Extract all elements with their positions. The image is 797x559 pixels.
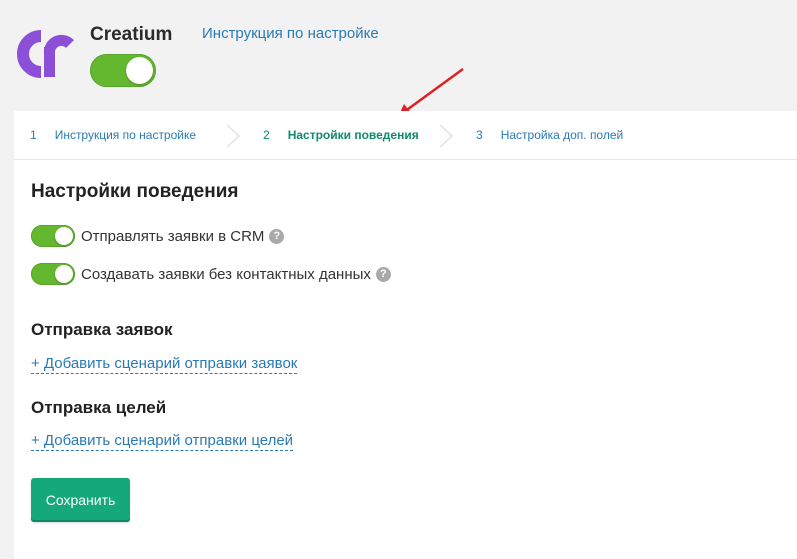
instructions-link[interactable]: Инструкция по настройке (202, 25, 379, 42)
toggle-knob (55, 265, 73, 283)
option-send-to-crm: Отправлять заявки в CRM ? (31, 224, 285, 248)
chevron-right-icon (439, 124, 454, 148)
no-contact-leads-toggle[interactable] (31, 263, 75, 285)
chevron-right-icon (226, 124, 241, 148)
settings-panel: 1 Инструкция по настройке 2 Настройки пове… (14, 111, 797, 559)
help-icon[interactable]: ? (269, 228, 285, 244)
send-to-crm-toggle[interactable] (31, 225, 75, 247)
leads-title: Отправка заявок (31, 320, 173, 339)
add-goal-scenario-link[interactable]: + Добавить сценарий отправки целей (31, 432, 294, 451)
behavior-title: Настройки поведения (31, 181, 239, 202)
app-title: Creatium (90, 24, 173, 45)
step-label: Настройки поведения (287, 128, 419, 142)
step-number: 1 (30, 128, 37, 142)
creatium-logo-icon (17, 30, 74, 78)
integration-enabled-toggle[interactable] (90, 54, 156, 87)
step-1[interactable]: 1 Инструкция по настройке (30, 128, 196, 142)
step-label: Настройка доп. полей (500, 128, 624, 142)
toggle-knob (55, 227, 73, 245)
help-icon[interactable]: ? (375, 266, 391, 282)
step-navigation: 1 Инструкция по настройке 2 Настройки пове… (14, 111, 797, 160)
step-number: 3 (476, 128, 483, 142)
step-label: Инструкция по настройке (54, 128, 197, 142)
add-lead-scenario-link[interactable]: + Добавить сценарий отправки заявок (31, 355, 298, 374)
toggle-knob (126, 57, 153, 84)
send-to-crm-label: Отправлять заявки в CRM (81, 227, 265, 245)
option-no-contact-leads: Создавать заявки без контактных данных ? (31, 262, 391, 286)
no-contact-leads-label: Создавать заявки без контактных данных (81, 265, 371, 283)
step-3[interactable]: 3 Настройка доп. полей (476, 128, 623, 142)
step-number: 2 (263, 128, 270, 142)
save-button[interactable]: Сохранить (31, 478, 130, 522)
step-2[interactable]: 2 Настройки поведения (263, 128, 419, 142)
goals-title: Отправка целей (31, 398, 167, 417)
